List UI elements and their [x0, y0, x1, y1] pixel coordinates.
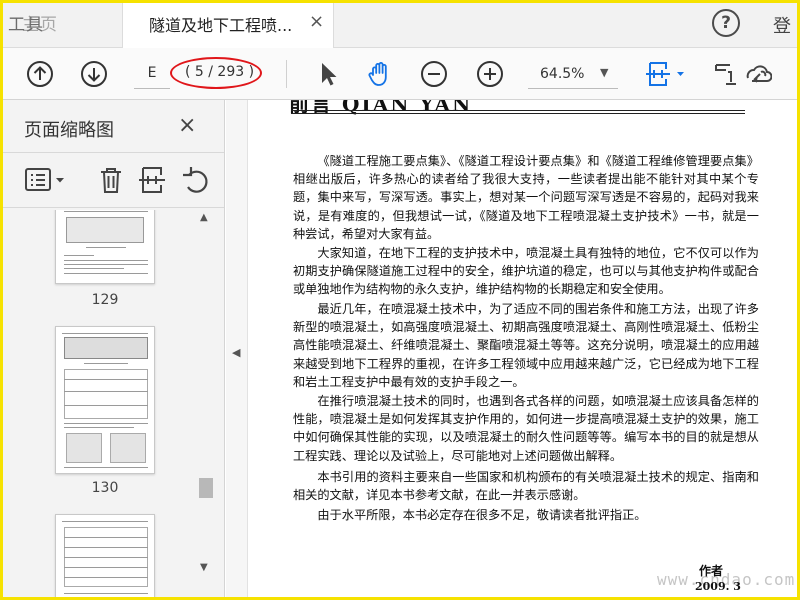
header-rule [291, 110, 745, 111]
zoom-out-button[interactable] [420, 60, 448, 88]
zoom-in-icon [477, 61, 503, 87]
login-button[interactable]: 登 [773, 12, 791, 38]
sign-button[interactable] [712, 60, 740, 88]
thumbnail-options-button[interactable] [24, 165, 68, 195]
trash-icon [101, 168, 121, 193]
tab-bar: 工具主页 隧道及地下工程喷... × ? 登 [0, 0, 800, 48]
tab-tools-home[interactable]: 工具主页 [8, 10, 58, 35]
list-options-icon [25, 168, 64, 191]
scrollbar-thumb[interactable] [199, 478, 213, 498]
home-tab-label[interactable]: 主页 [22, 15, 58, 35]
page-fit-button[interactable] [644, 60, 690, 88]
arrow-up-icon [27, 61, 53, 87]
tab-document[interactable]: 隧道及地下工程喷... × [122, 0, 334, 48]
preface-paragraph: 本书引用的资料主要来自一些国家和机构颁布的有关喷混凝土技术的规定、指南和相关的文… [293, 470, 759, 503]
help-button[interactable]: ? [712, 9, 740, 37]
arrow-down-icon [81, 61, 107, 87]
preface-paragraph: 在推行喷混凝土技术的同时，也遇到各式各样的问题，如喷混凝土应该具备怎样的性能，喷… [293, 394, 759, 463]
preface-paragraph: 最近几年，在喷混凝土技术中，为了适应不同的围岩条件和施工方法，出现了许多新型的喷… [293, 302, 759, 389]
thumbnail-sidebar: 页面缩略图 × 129 130 ▲ ▼ [0, 100, 225, 600]
thumbnail-scrollbar[interactable]: ▲ ▼ [196, 210, 218, 586]
previous-page-button[interactable] [26, 60, 54, 88]
page-header-fragment: 前言 QIAN YAN [289, 100, 473, 116]
zoom-level-select[interactable]: 64.5% ▼ [528, 59, 618, 89]
close-icon[interactable]: × [178, 113, 196, 138]
page-fit-icon [646, 62, 684, 86]
share-link-button[interactable] [744, 60, 773, 88]
zoom-value: 64.5% [540, 66, 585, 82]
thumbnail-list: 129 130 [0, 210, 196, 600]
preface-paragraph: 《隧道工程施工要点集》、《隧道工程设计要点集》和《隧道工程维修管理要点集》相继出… [293, 154, 759, 241]
red-annotation-ellipse [170, 57, 262, 89]
scroll-up-icon[interactable]: ▲ [200, 212, 208, 223]
chevron-down-icon: ▼ [600, 66, 609, 79]
page-thumbnail[interactable] [55, 514, 155, 600]
preface-paragraph: 大家知道，在地下工程的支护技术中，喷混凝土具有独特的地位，它不仅可以作为初期支护… [293, 246, 759, 297]
page-thumbnail[interactable] [55, 326, 155, 474]
thumbnail-page-label: 129 [91, 292, 119, 308]
document-view[interactable]: 前言 QIAN YAN 《隧道工程施工要点集》、《隧道工程设计要点集》和《隧道工… [249, 100, 797, 597]
toolbar-divider [286, 60, 287, 88]
author-date: 2009. 3 [695, 580, 741, 593]
rotate-icon [183, 167, 208, 193]
page-fit-icon [139, 167, 165, 193]
select-pointer-icon [322, 63, 337, 86]
preface-paragraph: 由于水平所限，本书必定存在很多不足，敬请读者批评指正。 [317, 508, 647, 522]
page-number-input[interactable]: E [134, 59, 170, 89]
document-tab-title: 隧道及地下工程喷... [149, 16, 293, 35]
page-fit-button-sidebar[interactable] [137, 165, 167, 195]
help-icon: ? [721, 13, 731, 33]
hand-tool-button[interactable] [366, 60, 394, 88]
chevron-left-icon: ◀ [232, 346, 241, 359]
thumbnail-page-label: 130 [91, 480, 119, 496]
toolbar: E ( 5 / 293 ) 64.5% ▼ [0, 48, 800, 100]
sidebar-title: 页面缩略图 [24, 120, 114, 141]
zoom-out-icon [421, 61, 447, 87]
author-signature: 作者 [699, 564, 724, 578]
close-icon[interactable]: × [309, 11, 324, 32]
next-page-button[interactable] [80, 60, 108, 88]
hand-icon [368, 62, 387, 86]
zoom-in-button[interactable] [476, 60, 504, 88]
sign-icon [715, 64, 736, 85]
select-tool-button[interactable] [314, 60, 342, 88]
delete-page-button[interactable] [96, 165, 126, 195]
scroll-down-icon[interactable]: ▼ [200, 562, 208, 573]
share-link-icon [746, 65, 773, 83]
page-thumbnail[interactable] [55, 210, 155, 284]
rotate-page-button[interactable] [180, 165, 210, 195]
header-rule [291, 113, 745, 114]
sidebar-collapse-handle[interactable]: ◀ [226, 100, 248, 600]
thumbnail-tools [0, 152, 224, 208]
